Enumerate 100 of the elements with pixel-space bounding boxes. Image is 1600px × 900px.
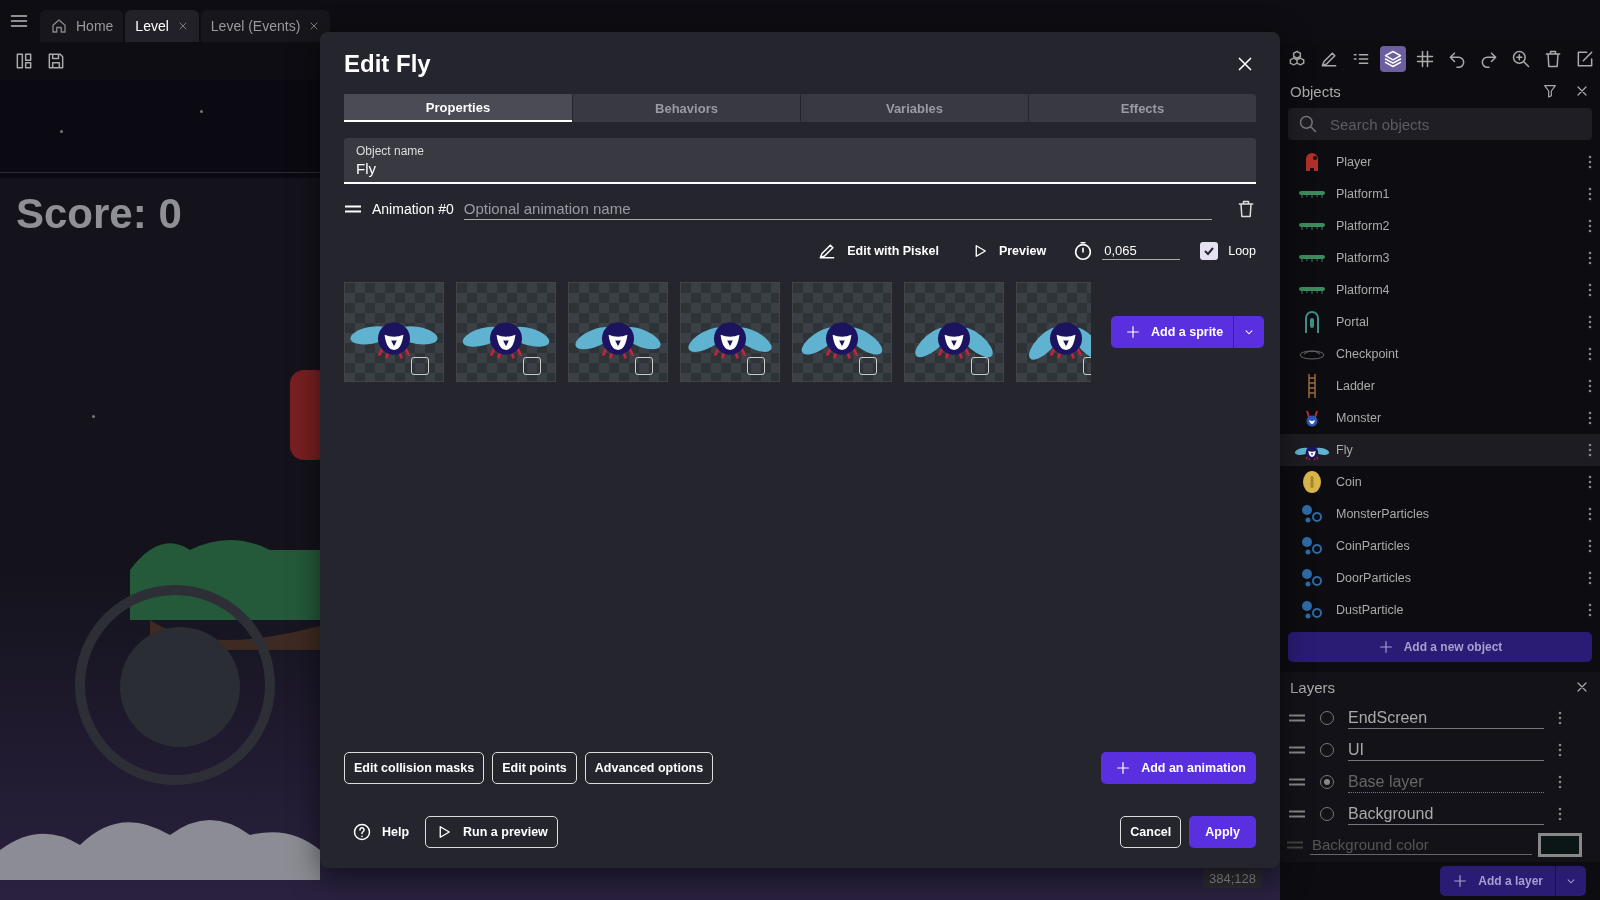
more-options-icon[interactable] — [1588, 283, 1592, 297]
editor-tab[interactable]: Level — [125, 10, 199, 42]
object-list-item[interactable]: Checkpoint — [1280, 338, 1600, 370]
more-options-icon[interactable] — [1588, 539, 1592, 553]
editor-tab[interactable]: Level (Events) — [200, 10, 331, 42]
apply-button[interactable]: Apply — [1189, 816, 1256, 848]
particles-icon — [1300, 535, 1324, 557]
plus-icon — [1377, 639, 1394, 655]
edit-with-piskel-button[interactable]: Edit with Piskel — [811, 240, 945, 262]
drag-handle-icon[interactable] — [1288, 810, 1306, 818]
search-field[interactable]: Search objects — [1288, 108, 1592, 140]
object-list-item[interactable]: Monster — [1280, 402, 1600, 434]
drag-handle-icon[interactable] — [1288, 778, 1306, 786]
drag-handle-icon[interactable] — [1286, 841, 1304, 849]
object-list-item[interactable]: Platform1 — [1280, 178, 1600, 210]
platform-icon — [1299, 285, 1325, 295]
dialog-option-button[interactable]: Edit points — [492, 752, 577, 784]
object-list-item[interactable]: Ladder — [1280, 370, 1600, 402]
trash-icon[interactable] — [1543, 49, 1563, 69]
undo-icon[interactable] — [1447, 49, 1467, 69]
dialog-tab[interactable]: Effects — [1028, 94, 1256, 122]
more-options-icon[interactable] — [1588, 187, 1592, 201]
layer-name-field[interactable]: Background — [1348, 803, 1544, 825]
frame-duration-field[interactable]: 0,065 — [1102, 242, 1181, 260]
more-options-icon[interactable] — [1588, 347, 1592, 361]
object-list-item[interactable]: Platform2 — [1280, 210, 1600, 242]
object-list-item[interactable]: CoinParticles — [1280, 530, 1600, 562]
add-object-button[interactable]: Add a new object — [1288, 632, 1592, 662]
pencil-icon[interactable] — [1319, 49, 1339, 69]
more-options-icon[interactable] — [1588, 571, 1592, 585]
layers-icon[interactable] — [1383, 49, 1403, 69]
background-color-field[interactable]: Background color — [1310, 835, 1532, 855]
object-list-item[interactable]: Coin — [1280, 466, 1600, 498]
dialog-tab[interactable]: Properties — [344, 94, 572, 122]
trash-icon[interactable] — [1236, 199, 1256, 219]
more-options-icon[interactable] — [1588, 315, 1592, 329]
more-options-icon[interactable] — [1588, 251, 1592, 265]
platform-icon — [1299, 189, 1325, 199]
object-list-item[interactable]: DoorParticles — [1280, 562, 1600, 594]
object-list-item[interactable]: Portal — [1280, 306, 1600, 338]
object-list-item[interactable]: Platform4 — [1280, 274, 1600, 306]
frame-checkbox[interactable] — [635, 357, 653, 375]
dialog-option-button[interactable]: Advanced options — [584, 752, 714, 784]
more-options-icon[interactable] — [1558, 711, 1562, 725]
save-icon[interactable] — [46, 51, 66, 71]
animation-name-field[interactable]: Optional animation name — [463, 198, 1212, 220]
field-label: Object name — [356, 144, 425, 158]
animation-label: Animation #0 — [372, 201, 454, 217]
object-list-item[interactable]: DustParticle — [1280, 594, 1600, 626]
layer-name-field[interactable]: UI — [1348, 739, 1544, 761]
frame-checkbox[interactable] — [523, 357, 541, 375]
frame-checkbox[interactable] — [747, 357, 765, 375]
object-list-item[interactable]: Player — [1280, 146, 1600, 178]
more-options-icon[interactable] — [1588, 475, 1592, 489]
panels-icon[interactable] — [14, 51, 34, 71]
more-options-icon[interactable] — [1588, 219, 1592, 233]
more-options-icon[interactable] — [1588, 379, 1592, 393]
drag-handle-icon[interactable] — [1288, 746, 1306, 754]
more-options-icon[interactable] — [1588, 155, 1592, 169]
color-swatch[interactable] — [1538, 833, 1582, 857]
preview-button[interactable]: Preview — [964, 241, 1053, 261]
more-options-icon[interactable] — [1558, 743, 1562, 757]
edit-icon[interactable] — [1575, 49, 1595, 69]
frame-checkbox[interactable] — [971, 357, 989, 375]
object-list-item[interactable]: Platform3 — [1280, 242, 1600, 274]
run-preview-button[interactable]: Run a preview — [425, 816, 558, 848]
editor-tab[interactable]: Home — [40, 10, 124, 42]
filter-icon[interactable] — [1542, 83, 1558, 99]
more-options-icon[interactable] — [1588, 443, 1592, 457]
frame-checkbox[interactable] — [411, 357, 429, 375]
cancel-button[interactable]: Cancel — [1120, 816, 1182, 848]
layer-name-field[interactable]: EndScreen — [1348, 707, 1544, 729]
platform-icon — [1299, 253, 1325, 263]
more-options-icon[interactable] — [1588, 507, 1592, 521]
dialog-tab[interactable]: Variables — [800, 94, 1028, 122]
loop-checkbox[interactable] — [1200, 242, 1219, 260]
creature-icon — [1304, 151, 1320, 173]
search-icon — [1298, 114, 1318, 134]
drag-handle-icon[interactable] — [1288, 714, 1306, 722]
coin-icon — [1302, 470, 1322, 494]
more-options-icon[interactable] — [1588, 411, 1592, 425]
help-button[interactable]: Help — [344, 816, 418, 848]
ladder-icon — [1307, 373, 1317, 399]
grid-icon[interactable] — [1415, 49, 1435, 69]
cubes-icon[interactable] — [1287, 49, 1307, 69]
loop-label: Loop — [1228, 244, 1256, 258]
dialog-tab[interactable]: Behaviors — [572, 94, 800, 122]
object-list-item[interactable]: Fly — [1280, 434, 1600, 466]
more-options-icon[interactable] — [1588, 603, 1592, 617]
dialog-option-button[interactable]: Edit collision masks — [344, 752, 485, 784]
plus-icon — [1452, 873, 1469, 889]
more-options-icon[interactable] — [1558, 807, 1562, 821]
panel-title: Objects — [1290, 82, 1341, 100]
object-list-item[interactable]: MonsterParticles — [1280, 498, 1600, 530]
redo-icon[interactable] — [1479, 49, 1499, 69]
frame-checkbox[interactable] — [859, 357, 877, 375]
zoom-in-icon[interactable] — [1511, 49, 1531, 69]
add-animation-button[interactable]: Add an animation — [1101, 752, 1256, 784]
more-options-icon[interactable] — [1558, 775, 1562, 789]
monster-icon — [1305, 409, 1319, 427]
